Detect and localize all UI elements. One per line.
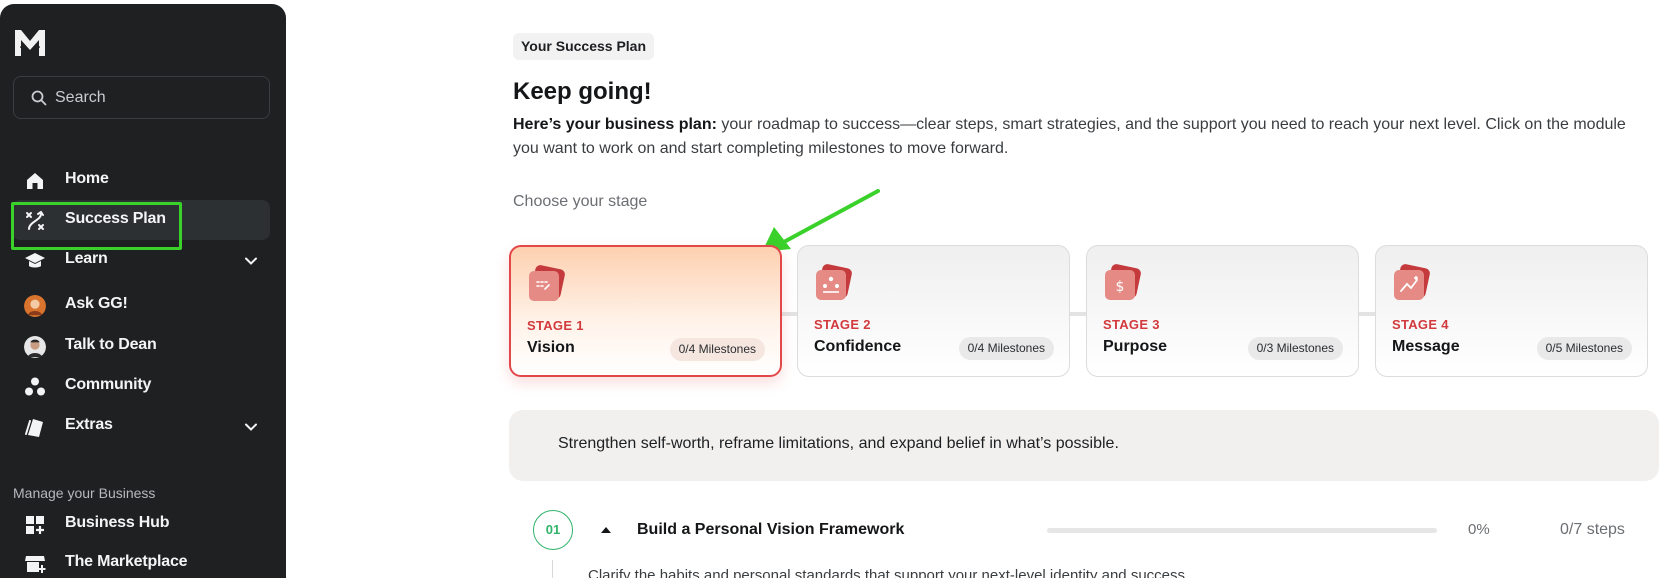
sidebar-item-success-plan[interactable]: Success Plan <box>12 200 270 240</box>
dean-avatar <box>24 336 46 358</box>
vision-stage-icon <box>529 265 565 301</box>
sidebar-item-learn[interactable]: Learn <box>12 240 270 280</box>
stage-number: STAGE 3 <box>1103 317 1160 332</box>
module-timeline-line <box>552 560 553 578</box>
search-icon <box>31 90 47 106</box>
stage-number: STAGE 4 <box>1392 317 1449 332</box>
sidebar-item-label: Success Plan <box>65 210 166 227</box>
sidebar-item-community[interactable]: Community <box>12 366 270 406</box>
page-pill-label: Your Success Plan <box>513 33 655 60</box>
module-number-badge: 01 <box>533 510 573 550</box>
brand-logo-icon[interactable] <box>13 26 47 60</box>
sidebar-item-business-hub[interactable]: Business Hub <box>12 504 270 544</box>
module-row[interactable]: 01 Build a Personal Vision Framework 0% … <box>533 510 1633 550</box>
milestones-badge: 0/4 Milestones <box>958 337 1054 360</box>
confidence-stage-icon <box>816 264 852 300</box>
caret-up-icon[interactable] <box>599 523 613 537</box>
search-placeholder: Search <box>55 89 106 106</box>
home-icon <box>24 170 46 192</box>
module-percent: 0% <box>1468 521 1490 538</box>
stage-number: STAGE 1 <box>527 318 584 333</box>
search-input[interactable]: Search <box>13 76 270 119</box>
sidebar-item-label: Community <box>65 376 152 393</box>
graduation-cap-icon <box>24 250 46 272</box>
stage-name: Message <box>1392 338 1460 355</box>
section-label-manage-business: Manage your Business <box>13 485 156 501</box>
stage-number: STAGE 2 <box>814 317 871 332</box>
store-icon <box>24 553 46 575</box>
ask-gg-avatar <box>24 295 46 317</box>
stage-card-purpose[interactable]: $ STAGE 3 Purpose 0/3 Milestones <box>1086 245 1359 377</box>
stage-name: Purpose <box>1103 338 1168 355</box>
intro-bold: Here’s your business plan: <box>513 116 717 133</box>
stage-card-message[interactable]: STAGE 4 Message 0/5 Milestones <box>1375 245 1648 377</box>
sidebar-item-home[interactable]: Home <box>12 160 270 200</box>
sidebar-item-label: Home <box>65 170 109 187</box>
choose-stage-label: Choose your stage <box>513 193 648 210</box>
sidebar-item-label: Ask GG! <box>65 295 128 312</box>
svg-text:$: $ <box>1116 279 1125 295</box>
sidebar-item-marketplace[interactable]: The Marketplace <box>12 543 270 578</box>
sidebar-item-talk-to-dean[interactable]: Talk to Dean <box>12 326 270 366</box>
stage-card-vision[interactable]: STAGE 1 Vision 0/4 Milestones <box>509 245 782 377</box>
stage-description: Strengthen self-worth, reframe limitatio… <box>558 435 1119 452</box>
stage-description-panel: Strengthen self-worth, reframe limitatio… <box>509 410 1659 481</box>
module-progress-bar <box>1047 528 1437 533</box>
milestones-badge: 0/3 Milestones <box>1247 337 1343 360</box>
purpose-stage-icon: $ <box>1105 264 1141 300</box>
community-icon <box>24 376 46 398</box>
milestones-badge: 0/5 Milestones <box>1536 337 1632 360</box>
stage-name: Vision <box>527 339 575 356</box>
sidebar-item-label: Business Hub <box>65 514 170 531</box>
chevron-down-icon[interactable] <box>242 252 260 270</box>
intro-text: Here’s your business plan: your roadmap … <box>513 113 1643 161</box>
stage-name: Confidence <box>814 338 902 355</box>
page-title: Keep going! <box>513 78 652 105</box>
sidebar-item-label: Extras <box>65 416 113 433</box>
extras-icon <box>24 416 46 438</box>
stage-card-confidence[interactable]: STAGE 2 Confidence 0/4 Milestones <box>797 245 1070 377</box>
message-stage-icon <box>1394 264 1430 300</box>
module-steps-count: 0/7 steps <box>1560 521 1625 538</box>
sidebar-item-label: The Marketplace <box>65 553 188 570</box>
route-icon <box>24 210 46 232</box>
sidebar-item-label: Learn <box>65 250 108 267</box>
sidebar-item-ask-gg[interactable]: Ask GG! <box>12 285 270 325</box>
module-subtitle: Clarify the habits and personal standard… <box>588 567 1190 578</box>
sidebar-item-label: Talk to Dean <box>65 336 157 353</box>
module-title: Build a Personal Vision Framework <box>637 521 905 538</box>
chevron-down-icon[interactable] <box>242 418 260 436</box>
grid-plus-icon <box>24 514 46 536</box>
milestones-badge: 0/4 Milestones <box>669 338 765 361</box>
sidebar-item-extras[interactable]: Extras <box>12 406 270 446</box>
app-window: Search Home Success Plan Learn Ask GG! T… <box>0 0 1669 578</box>
sidebar: Search Home Success Plan Learn Ask GG! T… <box>0 4 286 578</box>
